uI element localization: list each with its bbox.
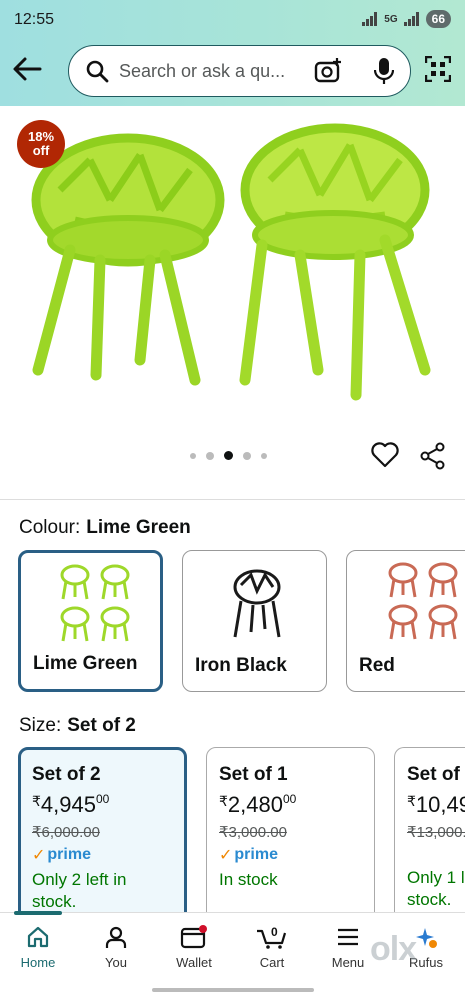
size-option-price: ₹10,49 — [407, 792, 465, 817]
stock-status: Only 1 l stock. — [407, 868, 465, 909]
carousel-dot[interactable] — [190, 452, 196, 459]
status-bar: 12:55 5G 66 — [0, 0, 465, 40]
size-option-mrp: ₹13,000. — [407, 824, 465, 841]
size-option-set-of-1[interactable]: Set of 1 ₹2,48000 ₹3,000.00 ✓ prime In st… — [206, 747, 375, 927]
microphone-icon[interactable] — [374, 57, 394, 85]
signal-icon — [362, 12, 378, 26]
colour-option-lime-green[interactable]: Lime Green — [18, 550, 163, 692]
cart-icon: 0 — [257, 925, 287, 949]
iron-black-chair-thumbnail — [233, 569, 281, 638]
size-selected-value: Set of 2 — [67, 715, 136, 736]
size-option-price: ₹4,94500 — [32, 792, 110, 817]
battery-level: 66 — [425, 10, 451, 28]
lime-green-chairs-thumbnail — [60, 564, 130, 642]
size-option-partial[interactable]: Set of ₹10,49 ₹13,000. Only 1 l stock. — [394, 747, 465, 927]
size-option-price: ₹2,48000 — [219, 792, 297, 817]
cart-count: 0 — [271, 925, 278, 939]
carousel-dot-active[interactable] — [224, 451, 233, 460]
share-icon[interactable] — [420, 442, 446, 470]
network-type: 5G — [384, 13, 398, 25]
size-label: Size: — [19, 715, 62, 736]
search-bar[interactable]: Search or ask a qu... — [68, 45, 411, 97]
wallet-icon — [180, 925, 207, 949]
product-image — [31, 123, 431, 401]
back-arrow-icon[interactable] — [12, 56, 42, 82]
size-option-mrp: ₹6,000.00 — [32, 824, 100, 841]
search-placeholder[interactable]: Search or ask a qu... — [119, 61, 285, 82]
signal-icon — [403, 12, 419, 26]
active-tab-indicator — [14, 911, 62, 915]
nav-you[interactable]: You — [76, 925, 156, 970]
menu-icon — [338, 928, 358, 946]
nav-label: You — [105, 955, 127, 970]
nav-label: Wallet — [176, 955, 212, 970]
discount-off: off — [32, 143, 50, 158]
camera-search-icon[interactable] — [314, 58, 342, 84]
discount-percent: 18% — [27, 129, 55, 144]
prime-check-icon: ✓ — [219, 847, 233, 864]
carousel-dots[interactable] — [190, 451, 267, 460]
size-option-set-of-2[interactable]: Set of 2 ₹4,94500 ₹6,000.00 ✓ prime Only … — [18, 747, 187, 927]
colour-selected-value: Lime Green — [86, 517, 191, 538]
colour-option-name: Red — [359, 655, 395, 676]
carousel-dot[interactable] — [206, 451, 214, 460]
size-option-title: Set of 1 — [219, 764, 288, 785]
home-icon — [27, 926, 49, 948]
nav-wallet[interactable]: Wallet — [154, 925, 234, 970]
colour-option-iron-black[interactable]: Iron Black — [182, 550, 327, 692]
nav-label: Home — [20, 955, 56, 970]
carousel-dot[interactable] — [261, 452, 267, 459]
product-image-carousel[interactable] — [0, 106, 465, 496]
size-option-title: Set of — [407, 764, 460, 785]
gesture-bar[interactable] — [152, 988, 314, 992]
rufus-sparkle-icon — [416, 928, 437, 948]
qr-scan-icon[interactable] — [425, 56, 451, 82]
stock-status: Only 2 left in stock. — [32, 870, 127, 911]
olx-watermark: olx — [370, 930, 417, 968]
size-option-title: Set of 2 — [32, 764, 101, 785]
status-icons: 5G 66 — [362, 10, 451, 28]
prime-badge: ✓ prime — [219, 846, 278, 864]
discount-badge: 18% off — [17, 120, 65, 168]
nav-home[interactable]: Home — [0, 925, 78, 970]
colour-option-name: Lime Green — [33, 653, 138, 674]
red-chairs-thumbnail — [388, 562, 458, 640]
nav-label: Cart — [259, 955, 285, 970]
prime-badge: ✓ prime — [32, 846, 91, 864]
prime-check-icon: ✓ — [32, 847, 46, 864]
colour-label: Colour: — [19, 517, 81, 538]
size-label-row: Size: Set of 2 — [19, 715, 136, 737]
app-header: 12:55 5G 66 Search or ask a qu... — [0, 0, 465, 106]
status-time: 12:55 — [14, 11, 55, 28]
colour-label-row: Colour: Lime Green — [19, 517, 191, 539]
divider — [0, 499, 465, 500]
colour-option-name: Iron Black — [195, 655, 287, 676]
stock-status: In stock — [219, 870, 278, 889]
size-option-mrp: ₹3,000.00 — [219, 824, 287, 841]
wishlist-heart-icon[interactable] — [371, 442, 399, 468]
search-icon — [86, 60, 109, 83]
person-icon — [105, 926, 127, 948]
colour-option-red[interactable]: Red — [346, 550, 465, 692]
carousel-dot[interactable] — [243, 451, 251, 460]
nav-cart[interactable]: 0 Cart — [232, 925, 312, 970]
